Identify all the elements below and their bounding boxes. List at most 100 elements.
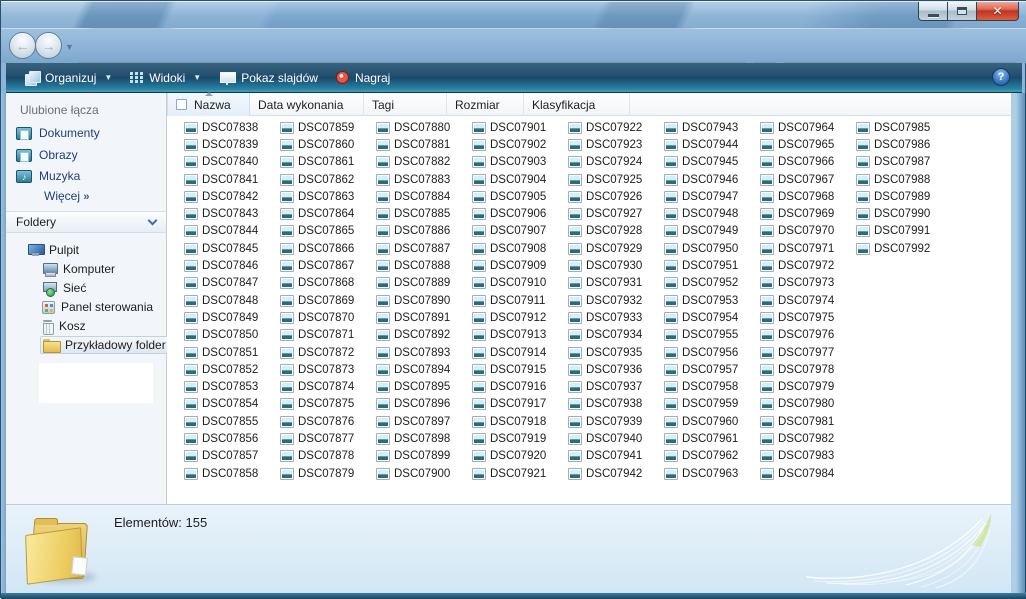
file-item[interactable]: DSC07960: [664, 413, 760, 430]
chevron-down-icon[interactable]: [148, 215, 158, 225]
file-item[interactable]: DSC07954: [664, 309, 760, 326]
file-item[interactable]: DSC07950: [664, 240, 760, 257]
file-item[interactable]: DSC07895: [376, 378, 472, 395]
column-header-tags[interactable]: Tagi: [364, 93, 447, 116]
file-item[interactable]: DSC07893: [376, 344, 472, 361]
file-item[interactable]: DSC07992: [856, 240, 952, 257]
file-item[interactable]: DSC07951: [664, 257, 760, 274]
file-item[interactable]: DSC07897: [376, 413, 472, 430]
file-item[interactable]: DSC07962: [664, 448, 760, 465]
burn-button[interactable]: Nagraj: [327, 67, 399, 89]
file-item[interactable]: DSC07955: [664, 327, 760, 344]
file-item[interactable]: DSC07978: [760, 361, 856, 378]
file-item[interactable]: DSC07857: [184, 448, 280, 465]
more-link[interactable]: Więcej »: [44, 189, 89, 203]
file-item[interactable]: DSC07852: [184, 361, 280, 378]
file-item[interactable]: DSC07860: [280, 136, 376, 153]
file-item[interactable]: DSC07948: [664, 205, 760, 222]
file-item[interactable]: DSC07965: [760, 136, 856, 153]
file-item[interactable]: DSC07855: [184, 413, 280, 430]
file-item[interactable]: DSC07843: [184, 205, 280, 222]
file-item[interactable]: DSC07850: [184, 327, 280, 344]
file-item[interactable]: DSC07906: [472, 205, 568, 222]
file-item[interactable]: DSC07839: [184, 136, 280, 153]
file-item[interactable]: DSC07942: [568, 465, 664, 482]
file-item[interactable]: DSC07974: [760, 292, 856, 309]
file-item[interactable]: DSC07873: [280, 361, 376, 378]
file-item[interactable]: DSC07919: [472, 430, 568, 447]
file-item[interactable]: DSC07913: [472, 327, 568, 344]
tree-item-sample-folder[interactable]: Przykładowy folder: [40, 336, 171, 354]
file-item[interactable]: DSC07988: [856, 171, 952, 188]
file-item[interactable]: DSC07981: [760, 413, 856, 430]
file-item[interactable]: DSC07868: [280, 275, 376, 292]
column-header-rating[interactable]: Klasyfikacja: [524, 93, 630, 116]
file-item[interactable]: DSC07844: [184, 223, 280, 240]
file-item[interactable]: DSC07945: [664, 154, 760, 171]
file-item[interactable]: DSC07933: [568, 309, 664, 326]
file-item[interactable]: DSC07979: [760, 378, 856, 395]
file-item[interactable]: DSC07916: [472, 378, 568, 395]
file-item[interactable]: DSC07881: [376, 136, 472, 153]
forward-button[interactable]: →: [35, 32, 62, 59]
file-item[interactable]: DSC07921: [472, 465, 568, 482]
file-item[interactable]: DSC07918: [472, 413, 568, 430]
file-item[interactable]: DSC07934: [568, 327, 664, 344]
file-item[interactable]: DSC07915: [472, 361, 568, 378]
file-item[interactable]: DSC07969: [760, 205, 856, 222]
file-item[interactable]: DSC07976: [760, 327, 856, 344]
file-item[interactable]: DSC07869: [280, 292, 376, 309]
file-item[interactable]: DSC07848: [184, 292, 280, 309]
file-item[interactable]: DSC07901: [472, 119, 568, 136]
file-item[interactable]: DSC07926: [568, 188, 664, 205]
column-header-date-taken[interactable]: Data wykonania: [250, 93, 364, 116]
file-item[interactable]: DSC07952: [664, 275, 760, 292]
file-item[interactable]: DSC07841: [184, 171, 280, 188]
file-item[interactable]: DSC07935: [568, 344, 664, 361]
file-item[interactable]: DSC07898: [376, 430, 472, 447]
file-item[interactable]: DSC07990: [856, 205, 952, 222]
file-item[interactable]: DSC07964: [760, 119, 856, 136]
file-item[interactable]: DSC07877: [280, 430, 376, 447]
file-item[interactable]: DSC07907: [472, 223, 568, 240]
file-item[interactable]: DSC07890: [376, 292, 472, 309]
file-item[interactable]: DSC07912: [472, 309, 568, 326]
file-item[interactable]: DSC07849: [184, 309, 280, 326]
file-item[interactable]: DSC07853: [184, 378, 280, 395]
file-item[interactable]: DSC07922: [568, 119, 664, 136]
file-item[interactable]: DSC07863: [280, 188, 376, 205]
file-item[interactable]: DSC07892: [376, 327, 472, 344]
file-item[interactable]: DSC07968: [760, 188, 856, 205]
file-item[interactable]: DSC07973: [760, 275, 856, 292]
file-item[interactable]: DSC07872: [280, 344, 376, 361]
file-item[interactable]: DSC07866: [280, 240, 376, 257]
file-item[interactable]: DSC07861: [280, 154, 376, 171]
file-item[interactable]: DSC07985: [856, 119, 952, 136]
file-item[interactable]: DSC07944: [664, 136, 760, 153]
file-item[interactable]: DSC07902: [472, 136, 568, 153]
file-item[interactable]: DSC07891: [376, 309, 472, 326]
file-item[interactable]: DSC07925: [568, 171, 664, 188]
file-item[interactable]: DSC07936: [568, 361, 664, 378]
file-item[interactable]: DSC07914: [472, 344, 568, 361]
file-item[interactable]: DSC07917: [472, 396, 568, 413]
file-item[interactable]: DSC07941: [568, 448, 664, 465]
organize-button[interactable]: Organizuj ▼: [16, 67, 121, 89]
file-item[interactable]: DSC07927: [568, 205, 664, 222]
file-item[interactable]: DSC07879: [280, 465, 376, 482]
minimize-button[interactable]: [918, 2, 948, 21]
file-item[interactable]: DSC07956: [664, 344, 760, 361]
file-item[interactable]: DSC07937: [568, 378, 664, 395]
title-bar[interactable]: ✕: [1, 1, 1026, 29]
tree-item-desktop[interactable]: Pulpit: [28, 241, 79, 259]
file-item[interactable]: DSC07840: [184, 154, 280, 171]
file-item[interactable]: DSC07882: [376, 154, 472, 171]
file-item[interactable]: DSC07987: [856, 154, 952, 171]
file-item[interactable]: DSC07989: [856, 188, 952, 205]
file-item[interactable]: DSC07910: [472, 275, 568, 292]
tree-item-recycle-bin[interactable]: Kosz: [42, 317, 86, 335]
file-item[interactable]: DSC07980: [760, 396, 856, 413]
help-button[interactable]: ?: [992, 68, 1010, 86]
back-button[interactable]: ←: [9, 32, 36, 59]
file-item[interactable]: DSC07929: [568, 240, 664, 257]
